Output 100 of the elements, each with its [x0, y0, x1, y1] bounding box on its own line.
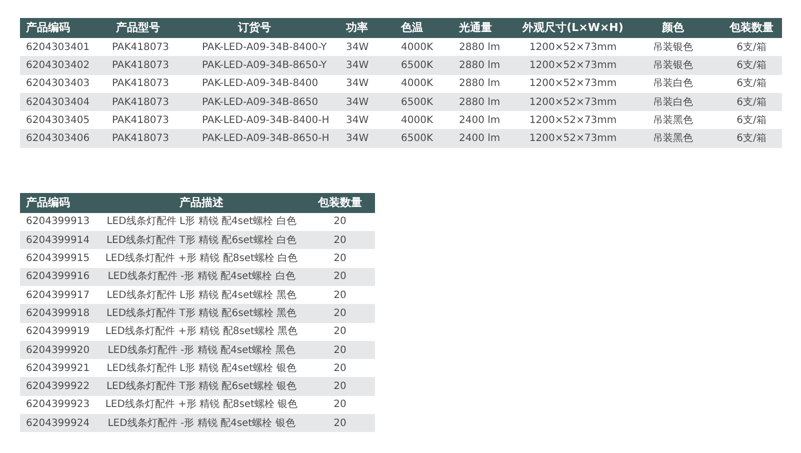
table-cell-text: 6204399920 [25, 344, 91, 358]
table-cell-text: 6204399922 [25, 380, 91, 394]
table-cell-text: 6支/箱 [736, 114, 768, 128]
table-cell-text: 1200×52×73mm [528, 77, 618, 92]
table-cell-text: 2400 lm [458, 114, 502, 128]
table-cell-text: 6204399913 [25, 215, 91, 230]
column-header: 产品编码 [25, 20, 71, 36]
table-cell-text: LED线条灯配件 T形 精锐 配6set螺栓 黑色 [105, 306, 298, 321]
table-cell-text: 吊装银色 [652, 40, 694, 55]
table-cell-text: 6204303403 [25, 77, 91, 92]
table-cell-text: 6204399924 [25, 416, 91, 431]
table-cell-text: 20 [332, 270, 348, 284]
table-cell-text: 6204399921 [25, 362, 91, 376]
column-header: 外观尺寸(L×W×H) [521, 20, 624, 36]
table-cell-text: 20 [332, 215, 348, 230]
table-cell-text: 6支/箱 [736, 96, 768, 110]
table-cell-text: 20 [332, 398, 348, 412]
table-cell-text: LED线条灯配件 L形 精锐 配4set螺栓 白色 [106, 214, 298, 230]
table-cell-text: PAK-LED-A09-34B-8650-Y [201, 58, 328, 73]
table-cell-text: 2880 lm [458, 40, 502, 55]
table-cell-text: 1200×52×73mm [528, 58, 618, 73]
table-cell-text: 1200×52×73mm [528, 96, 618, 110]
table-cell-text: LED线条灯配件 +形 精锐 配8set螺栓 白色 [104, 252, 299, 266]
column-header: 颜色 [660, 20, 685, 36]
table-cell-text: LED线条灯配件 +形 精锐 配8set螺栓 银色 [104, 398, 299, 412]
table-cell-text: LED线条灯配件 L形 精锐 配4set螺栓 黑色 [106, 288, 298, 303]
table-cell-text: 34W [345, 40, 370, 55]
table-cell-text: 20 [332, 325, 348, 340]
table-cell-text: 6支/箱 [736, 40, 768, 55]
table-cell-text: 6支/箱 [736, 58, 768, 73]
table-cell-text: PAK-LED-A09-34B-8400 [201, 77, 320, 92]
table-cell-text: 吊装黑色 [652, 114, 694, 128]
table-cell-text: 34W [345, 58, 370, 73]
table-cell-text: 6500K [400, 58, 434, 73]
table-cell-text: 吊装银色 [652, 58, 694, 73]
table-cell-text: 4000K [400, 40, 434, 55]
table-cell-text: LED线条灯配件 -形 精锐 配4set螺栓 黑色 [106, 344, 296, 358]
table-cell-text: 2400 lm [458, 132, 502, 146]
table-cell-text: 34W [345, 77, 370, 92]
column-header: 包装数量 [728, 20, 774, 36]
table-cell-text: 6204303406 [25, 132, 91, 146]
table-cell-text: LED线条灯配件 -形 精锐 配4set螺栓 银色 [106, 416, 296, 431]
column-header: 产品描述 [178, 194, 224, 211]
table-cell-text: 4000K [400, 77, 434, 92]
table-cell-text: 6204399918 [25, 306, 91, 321]
column-header: 光通量 [458, 20, 493, 36]
table-cell-text: 4000K [400, 114, 434, 128]
table-cell-text: 6204399923 [25, 398, 91, 412]
table-cell-text: 6204303405 [25, 114, 91, 128]
table-cell-text: PAK418073 [111, 58, 170, 73]
table-cell-text: 6500K [400, 132, 434, 146]
table-cell-text: 20 [332, 252, 348, 266]
table-cell-text: PAK418073 [111, 77, 170, 92]
table-cell-text: LED线条灯配件 L形 精锐 配4set螺栓 银色 [106, 362, 298, 376]
table-cell-text: 34W [345, 132, 370, 146]
column-header: 功率 [345, 20, 369, 36]
table-cell-text: PAK418073 [111, 40, 170, 55]
table-cell-text: 20 [332, 234, 348, 248]
table-cell-text: 6204399917 [25, 288, 91, 303]
table-cell-text: PAK418073 [111, 114, 170, 128]
table-cell-text: PAK-LED-A09-34B-8400-Y [201, 40, 328, 55]
table-cell-text: 6支/箱 [736, 132, 768, 146]
column-header: 产品编码 [25, 194, 71, 211]
table-cell-text: 2880 lm [458, 77, 502, 92]
column-header: 订货号 [236, 20, 272, 36]
table-cell-text: 1200×52×73mm [528, 40, 618, 55]
table-cell-text: LED线条灯配件 T形 精锐 配6set螺栓 白色 [105, 234, 298, 248]
table-cell-text: 1200×52×73mm [528, 114, 618, 128]
table-cell-text: 6204303401 [25, 40, 91, 55]
table-cell-text: PAK418073 [111, 132, 170, 146]
table-cell-text: 2880 lm [458, 58, 502, 73]
table-cell-text: 20 [332, 380, 348, 394]
table-cell-text: 6204399916 [25, 270, 91, 284]
table-cell-text: 20 [332, 362, 348, 376]
table-cell-text: 吊装白色 [652, 76, 694, 92]
table-cell-text: LED线条灯配件 +形 精锐 配8set螺栓 黑色 [104, 324, 299, 340]
table-cell-text: 6204399919 [25, 325, 91, 340]
table-cell-text: 20 [332, 344, 348, 358]
table-cell-text: 6支/箱 [736, 76, 768, 92]
table-cell-text: 6500K [400, 96, 434, 110]
table-cell-text: PAK-LED-A09-34B-8650 [201, 96, 320, 110]
table-cell-text: 吊装黑色 [652, 132, 694, 146]
table-cell-text: 20 [332, 306, 348, 321]
table-cell-text: 34W [345, 96, 370, 110]
table-cell-text: PAK-LED-A09-34B-8650-H [201, 132, 330, 146]
table-cell-text: 6204303402 [25, 58, 91, 73]
table-cell-text: PAK418073 [111, 96, 170, 110]
table-cell-text: LED线条灯配件 T形 精锐 配6set螺栓 银色 [105, 380, 298, 394]
column-header: 包装数量 [316, 194, 363, 211]
table-cell-text: 20 [332, 288, 348, 303]
table-cell-text: 6204303404 [25, 96, 91, 110]
table-cell-text: 2880 lm [458, 96, 502, 110]
table-cell-text: 20 [332, 416, 348, 431]
table-cell-text: 吊装白色 [652, 96, 694, 110]
column-header: 产品型号 [115, 20, 161, 36]
table-cell-text: 6204399914 [25, 234, 91, 248]
table-cell-text: 6204399915 [25, 252, 91, 266]
table-cell-text: PAK-LED-A09-34B-8400-H [201, 114, 330, 128]
table-cell-text: LED线条灯配件 -形 精锐 配4set螺栓 白色 [106, 270, 296, 284]
column-header: 色温 [400, 20, 424, 36]
